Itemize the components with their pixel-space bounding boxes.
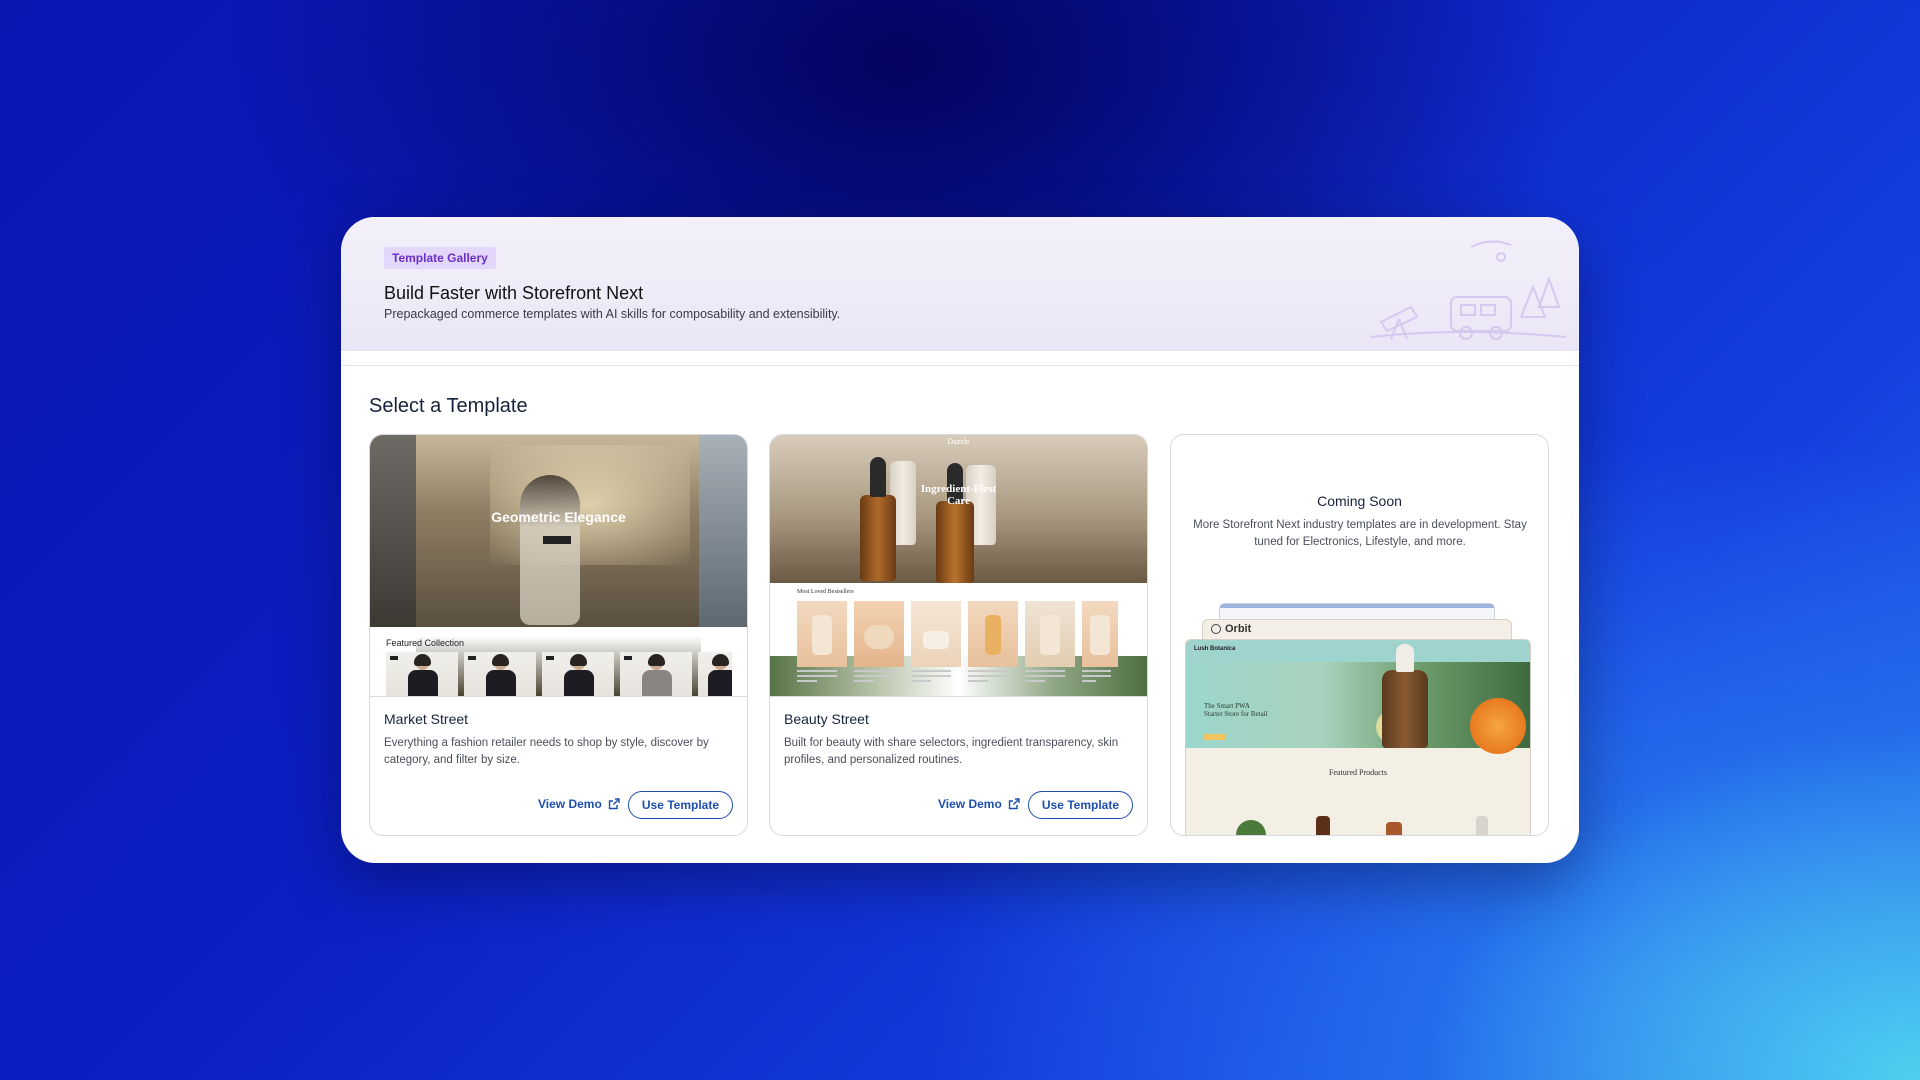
template-card-beauty-street: Dazzle Ingredient-First Care Most Loved … (769, 434, 1148, 836)
preview-product (1236, 820, 1266, 835)
preview-product-tile (386, 652, 458, 696)
card-description: Built for beauty with share selectors, i… (784, 737, 1119, 766)
market-street-preview: Geometric Elegance Featured Collection (370, 435, 747, 697)
preview-product-tile (542, 652, 614, 696)
preview-model (520, 475, 580, 625)
preview-product-tile (797, 601, 847, 667)
view-demo-label: View Demo (938, 797, 1002, 811)
template-card-coming-soon: Coming Soon More Storefront Next industr… (1170, 434, 1549, 836)
preview-bottle (860, 495, 896, 581)
template-card-market-street: Geometric Elegance Featured Collection M… (369, 434, 748, 836)
preview-hero-button (543, 536, 571, 544)
preview-product-meta (854, 670, 904, 690)
coming-soon-preview-stack: Orbit Lush Botanica The Smart PWA Starte… (1185, 603, 1531, 835)
use-template-button[interactable]: Use Template (1027, 791, 1133, 819)
preview-product-tile (854, 601, 904, 667)
card-title: Coming Soon (1317, 493, 1402, 509)
preview-logo: Dazzle (947, 437, 970, 446)
external-link-icon (1008, 798, 1020, 810)
preview-product-tile (911, 601, 961, 667)
card-title: Beauty Street (784, 711, 869, 727)
camper-illustration-icon (1370, 240, 1567, 340)
preview-product (1476, 816, 1488, 835)
card-description: Everything a fashion retailer needs to s… (384, 737, 709, 766)
use-template-button[interactable]: Use Template (627, 791, 733, 819)
preview-featured-heading: Featured Products (1329, 768, 1387, 777)
section-title: Select a Template (369, 395, 528, 417)
beauty-street-preview: Dazzle Ingredient-First Care Most Loved … (770, 435, 1147, 697)
preview-left-slide (370, 435, 416, 627)
preview-product-meta (968, 670, 1018, 690)
preview-product-meta (911, 670, 961, 690)
preview-product-tile (698, 652, 732, 696)
preview-product-meta (1025, 670, 1075, 690)
divider (341, 365, 1579, 366)
preview-hero-title: Ingredient-First Care (920, 483, 997, 507)
preview-product-tile (620, 652, 692, 696)
preview-nav: Lush Botanica (1186, 640, 1530, 662)
orbit-label: Orbit (1225, 623, 1252, 635)
preview-bottle (1382, 670, 1428, 748)
template-gallery-badge: Template Gallery (384, 247, 496, 269)
preview-dropper (1396, 644, 1414, 672)
preview-featured-heading: Featured Collection (386, 638, 465, 648)
preview-bottle (936, 501, 974, 583)
preview-product-tile (968, 601, 1018, 667)
card-title: Market Street (384, 711, 469, 727)
preview-product-tile (1082, 601, 1118, 667)
preview-product (1316, 816, 1330, 835)
preview-section-heading: Most Loved Bestsellers (797, 589, 854, 595)
preview-product-tile (464, 652, 536, 696)
page-title: Build Faster with Storefront Next (384, 283, 644, 303)
gallery-header: Template Gallery Build Faster with Store… (341, 217, 1579, 351)
preview-product-tile (1025, 601, 1075, 667)
orbit-logo-icon (1211, 624, 1221, 634)
preview-right-slide (699, 435, 747, 627)
preview-hero-title: The Smart PWA Starter Store for Retail (1204, 702, 1268, 718)
page-subtitle: Prepackaged commerce templates with AI s… (384, 307, 841, 321)
card-description: More Storefront Next industry templates … (1193, 519, 1527, 548)
preview-orange (1470, 698, 1526, 754)
view-demo-link[interactable]: View Demo (538, 797, 620, 811)
preview-product (1386, 822, 1402, 835)
view-demo-label: View Demo (538, 797, 602, 811)
preview-hero-button (1204, 734, 1226, 740)
view-demo-link[interactable]: View Demo (938, 797, 1020, 811)
preview-brand: Lush Botanica (1194, 646, 1236, 652)
preview-product-meta (797, 670, 847, 690)
external-link-icon (608, 798, 620, 810)
preview-hero-title: Geometric Elegance (491, 509, 626, 525)
preview-product-meta (1082, 670, 1118, 690)
preview-window-front: Lush Botanica The Smart PWA Starter Stor… (1185, 639, 1531, 835)
template-gallery-panel: Template Gallery Build Faster with Store… (341, 217, 1579, 863)
